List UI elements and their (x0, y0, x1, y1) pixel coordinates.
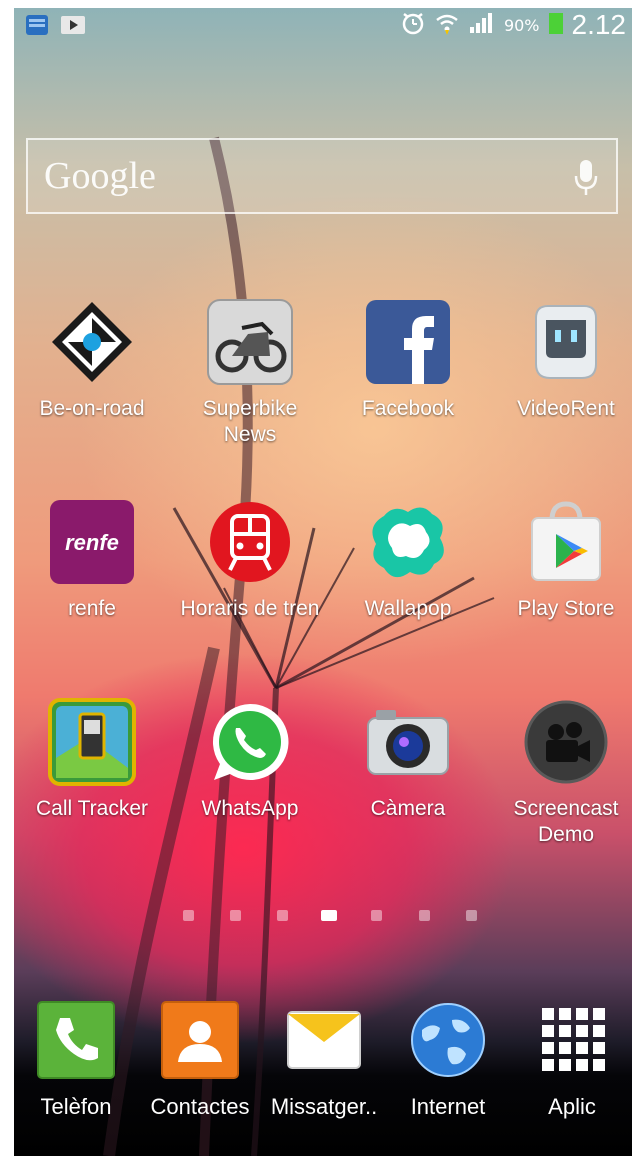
screencast-icon (522, 698, 610, 786)
call-tracker-icon (48, 698, 136, 786)
page-dot-active[interactable] (321, 910, 337, 921)
app-label: renfe (68, 597, 116, 620)
phone-icon (36, 1000, 116, 1080)
app-call-tracker[interactable]: Call Tracker (22, 698, 162, 822)
facebook-icon (364, 298, 452, 386)
app-label: Facebook (361, 397, 455, 420)
dock-internet[interactable]: Internet (386, 1000, 510, 1120)
dock-label: Internet (410, 1094, 486, 1119)
wallapop-icon (364, 498, 452, 586)
messenger-app-icon (24, 14, 50, 36)
beonroad-icon (48, 298, 136, 386)
dock-contacts[interactable]: Contactes (138, 1000, 262, 1120)
status-bar: 90% 2.12 (14, 8, 632, 42)
page-dot[interactable] (277, 910, 288, 921)
app-camera[interactable]: Càmera (338, 698, 478, 822)
globe-icon (408, 1000, 488, 1080)
page-dot[interactable] (371, 910, 382, 921)
superbike-icon (206, 298, 294, 386)
google-search-bar[interactable]: Google (26, 138, 618, 214)
app-label: Superbike News (202, 397, 298, 446)
app-label: Screencast Demo (513, 797, 619, 846)
play-store-icon (522, 498, 610, 586)
whatsapp-icon (206, 698, 294, 786)
signal-icon (468, 11, 496, 39)
media-play-icon (60, 14, 86, 36)
app-label: Càmera (370, 797, 446, 820)
microphone-icon[interactable] (574, 158, 598, 198)
app-be-on-road[interactable]: Be-on-road (22, 298, 162, 422)
dock-label: Contactes (150, 1094, 250, 1119)
app-label: Call Tracker (35, 797, 149, 820)
dock-messages[interactable]: Missatger.. (262, 1000, 386, 1120)
dock-phone[interactable]: Telèfon (14, 1000, 138, 1120)
renfe-icon: renfe (48, 498, 136, 586)
app-facebook[interactable]: Facebook (338, 298, 478, 422)
videorent-icon (522, 298, 610, 386)
messages-icon (284, 1000, 364, 1080)
app-renfe[interactable]: renfe renfe (22, 498, 162, 622)
app-play-store[interactable]: Play Store (496, 498, 632, 622)
battery-icon (548, 11, 564, 39)
app-horaris-de-tren[interactable]: Horaris de tren (180, 498, 320, 622)
renfe-logo-text: renfe (65, 530, 119, 555)
search-label: Google (44, 155, 156, 197)
app-videorent[interactable]: VideoRent (496, 298, 632, 422)
page-indicator (14, 910, 632, 926)
app-label: Play Store (517, 597, 615, 620)
app-label: Horaris de tren (180, 597, 320, 620)
app-label: VideoRent (517, 397, 615, 420)
page-dot[interactable] (466, 910, 477, 921)
app-superbike-news[interactable]: Superbike News (180, 298, 320, 448)
home-screen: 90% 2.12 Google Be-on-road Superbike New… (14, 8, 632, 1156)
clock: 2.12 (571, 9, 627, 40)
app-label: WhatsApp (201, 797, 299, 820)
dock-label: Missatger.. (270, 1094, 378, 1119)
page-dot[interactable] (419, 910, 430, 921)
contacts-icon (160, 1000, 240, 1080)
alarm-icon (400, 10, 426, 40)
app-screencast-demo[interactable]: Screencast Demo (496, 698, 632, 848)
app-wallapop[interactable]: Wallapop (338, 498, 478, 622)
apps-grid-icon (532, 1000, 612, 1080)
wifi-icon (434, 10, 460, 40)
page-dot[interactable] (230, 910, 241, 921)
app-whatsapp[interactable]: WhatsApp (180, 698, 320, 822)
app-label: Be-on-road (39, 397, 145, 420)
camera-icon (364, 698, 452, 786)
battery-percent: 90% (503, 15, 540, 35)
dock-label: Telèfon (40, 1094, 112, 1119)
train-icon (206, 498, 294, 586)
page-dot[interactable] (183, 910, 194, 921)
app-label: Wallapop (364, 597, 452, 620)
dock-apps[interactable]: Aplic (510, 1000, 632, 1120)
dock-label: Aplic (548, 1094, 596, 1119)
